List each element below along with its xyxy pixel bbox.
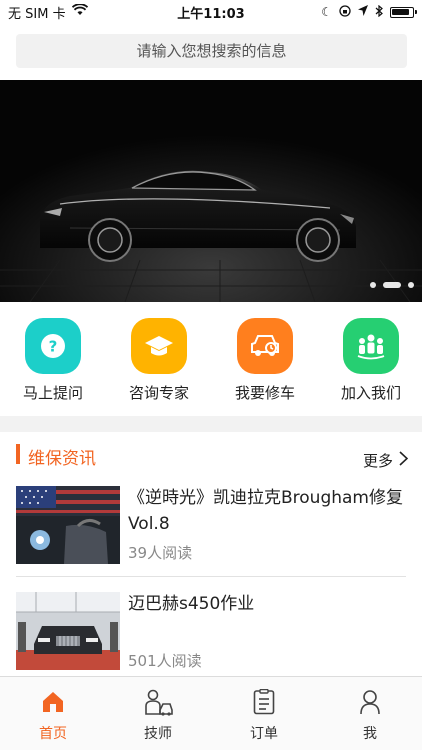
quick-action-label: 我要修车 (234, 384, 295, 402)
carousel-indicator (370, 282, 414, 288)
search-bar (0, 24, 422, 80)
home-icon (18, 687, 88, 717)
carousel-dot[interactable] (408, 282, 414, 288)
quick-actions: ? 马上提问 咨询专家 我要修车 加入我们 (0, 302, 422, 416)
tab-bar: 首页 技师 订单 我 (0, 676, 422, 750)
moon-icon: ☾ (321, 5, 332, 19)
quick-action-join[interactable]: 加入我们 (326, 318, 416, 403)
news-list-item[interactable]: 《逆時光》凯迪拉克Brougham修复 Vol.8 39人阅读 (0, 478, 422, 578)
search-input[interactable] (16, 34, 407, 68)
tab-me[interactable]: 我 (335, 687, 405, 743)
bluetooth-icon (375, 4, 383, 20)
tab-label: 首页 (39, 726, 67, 742)
more-link[interactable]: 更多 (362, 450, 409, 471)
group-icon (343, 318, 399, 374)
wifi-icon (71, 3, 88, 20)
carrier-label: 无 SIM 卡 (8, 6, 66, 22)
carousel-dot[interactable] (370, 282, 376, 288)
news-list-item[interactable]: 迈巴赫s450作业 501人阅读 (0, 578, 422, 676)
banner-carousel[interactable] (0, 80, 422, 302)
graduation-cap-icon (131, 318, 187, 374)
section-accent-bar (16, 444, 20, 464)
more-label: 更多 (362, 452, 393, 470)
user-icon (335, 687, 405, 717)
news-read-count: 39人阅读 (128, 544, 193, 562)
divider (16, 576, 406, 577)
quick-action-label: 马上提问 (22, 384, 83, 402)
news-title: 迈巴赫s450作业 (128, 594, 255, 614)
news-thumbnail (16, 592, 120, 670)
news-section-title: 维保资讯 (28, 449, 96, 469)
tab-label: 技师 (144, 726, 172, 742)
location-icon (358, 5, 368, 19)
question-icon: ? (25, 318, 81, 374)
tab-orders[interactable]: 订单 (229, 687, 299, 743)
quick-action-repair[interactable]: 我要修车 (220, 318, 310, 403)
order-icon (229, 687, 299, 717)
section-separator (0, 416, 422, 432)
quick-action-label: 咨询专家 (128, 384, 189, 402)
quick-action-consult[interactable]: 咨询专家 (114, 318, 204, 403)
news-title: 《逆時光》凯迪拉克Brougham修复 Vol.8 (128, 488, 403, 534)
news-section-header: 维保资讯 更多 (0, 432, 422, 478)
chevron-right-icon (399, 451, 409, 470)
carousel-dot-active[interactable] (383, 282, 401, 288)
tab-home[interactable]: 首页 (18, 687, 88, 743)
status-bar: 无 SIM 卡 上午11:03 ☾ (0, 0, 422, 24)
svg-text:?: ? (49, 338, 58, 356)
battery-icon (390, 6, 417, 18)
lock-rotation-icon (339, 4, 351, 20)
car-repair-icon (237, 318, 293, 374)
tab-label: 我 (363, 726, 377, 742)
news-read-count: 501人阅读 (128, 652, 202, 670)
technician-icon (123, 687, 193, 717)
tab-label: 订单 (250, 726, 278, 742)
quick-action-label: 加入我们 (340, 384, 401, 402)
tab-technician[interactable]: 技师 (123, 687, 193, 743)
car-banner-image (0, 80, 422, 302)
news-thumbnail (16, 486, 120, 564)
quick-action-ask[interactable]: ? 马上提问 (8, 318, 98, 403)
